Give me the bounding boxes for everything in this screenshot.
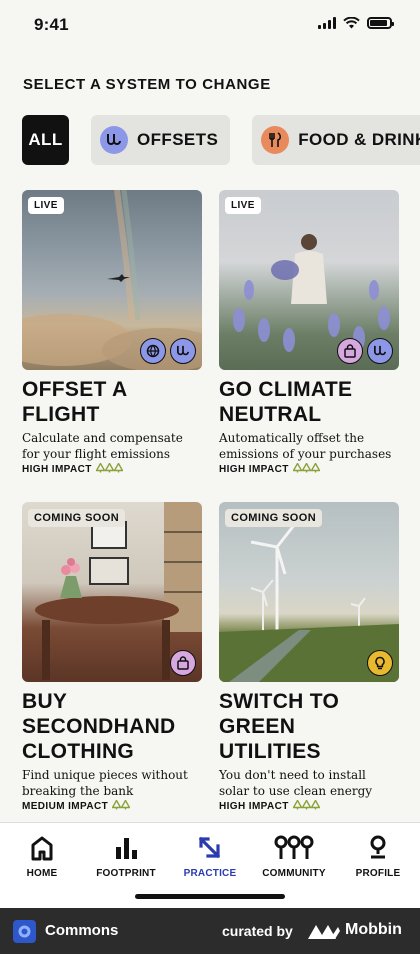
home-indicator [135,894,285,899]
practice-icon [198,833,222,863]
filter-chip-label: ALL [28,130,63,149]
wifi-icon [343,17,360,29]
impact-tree-icon [111,799,122,810]
card-image: COMING SOON [22,502,202,682]
filter-chip-label: FOOD & DRINK [298,130,420,149]
impact-tree-icon [292,799,303,810]
impact-marks [111,799,131,813]
cellular-signal-icon [318,17,336,29]
card-title: GO CLIMATE NEUTRAL [219,378,353,426]
tab-label: FOOTPRINT [96,868,156,879]
tab-label: PROFILE [355,868,401,879]
impact-tree-icon [292,462,303,473]
impact-tree-icon [95,462,106,473]
battery-icon [367,17,394,29]
card-title: SWITCH TO GREEN UTILITIES [219,690,340,763]
impact-rating: HIGH IMPACT [219,462,399,476]
status-badge: LIVE [28,197,64,214]
card-description: Calculate and compensate for your flight… [22,431,183,461]
status-badge: COMING SOON [28,509,126,527]
offsets-icon [367,338,393,364]
status-badge: LIVE [225,197,261,214]
home-icon [30,833,54,863]
card-title: OFFSET A FLIGHT [22,378,127,426]
tab-profile[interactable]: PROFILE [336,833,420,879]
impact-tree-icon [301,462,312,473]
utensils-icon [261,126,290,154]
tab-label: HOME [26,868,58,879]
tab-footprint[interactable]: FOOTPRINT [84,833,168,879]
card-category-icons [170,650,196,676]
impact-label: MEDIUM IMPACT [22,801,109,812]
shopping-bag-icon [170,650,196,676]
impact-marks [292,462,321,476]
tab-home[interactable]: HOME [0,833,84,879]
card-image: COMING SOON [219,502,399,682]
card-green-utilities[interactable]: COMING SOON SWITCH TO GREEN UTILITIES Yo… [219,502,399,813]
card-title: BUY SECONDHAND CLOTHING [22,690,176,763]
card-category-icons [367,650,393,676]
status-badge: COMING SOON [225,509,323,527]
tab-label: COMMUNITY [262,868,326,879]
impact-rating: MEDIUM IMPACT [22,799,202,813]
community-icon [274,833,314,863]
globe-icon [140,338,166,364]
attribution-footer: Commons curated by Mobbin [0,908,420,954]
impact-label: HIGH IMPACT [219,801,289,812]
mobbin-logo-icon [307,922,341,945]
filter-chip-offsets[interactable]: OFFSETS [91,115,231,165]
lightbulb-icon [367,650,393,676]
offsets-icon [170,338,196,364]
impact-tree-icon [120,799,131,810]
card-offset-flight[interactable]: LIVE OFFSET A FLIGHT Calculate and compe… [22,190,202,476]
impact-tree-icon [104,462,115,473]
impact-rating: HIGH IMPACT [22,462,202,476]
card-image: LIVE [219,190,399,370]
page-title: SELECT A SYSTEM TO CHANGE [23,76,271,93]
card-secondhand-clothing[interactable]: COMING SOON BUY SECONDHAND CLOTHING Find… [22,502,202,813]
impact-tree-icon [301,799,312,810]
card-description: You don't need to install solar to use c… [219,768,373,798]
impact-tree-icon [310,799,321,810]
brand-name: Mobbin [345,921,402,938]
tab-community[interactable]: COMMUNITY [252,833,336,879]
status-icons [318,17,394,29]
impact-label: HIGH IMPACT [219,464,289,475]
status-time: 9:41 [34,15,69,34]
impact-marks [95,462,124,476]
offsets-icon [100,126,128,154]
status-bar: 9:41 [0,0,420,52]
card-description: Find unique pieces without breaking the … [22,768,188,798]
profile-icon [368,833,388,863]
card-category-icons [140,338,196,364]
filter-chip-label: OFFSETS [137,130,219,149]
bar-chart-icon [114,833,138,863]
impact-label: HIGH IMPACT [22,464,92,475]
impact-tree-icon [310,462,321,473]
impact-tree-icon [113,462,124,473]
tab-practice[interactable]: PRACTICE [168,833,252,879]
app-name: Commons [45,922,119,939]
filter-chip-all[interactable]: ALL [22,115,69,165]
curated-by-label: curated by [222,923,293,939]
battery-level [370,20,388,26]
card-climate-neutral[interactable]: LIVE GO CLIMATE NEUTRAL Automatically of… [219,190,399,476]
filter-chip-food-drink[interactable]: FOOD & DRINK [252,115,420,165]
card-image: LIVE [22,190,202,370]
app-logo-icon [13,920,36,943]
impact-rating: HIGH IMPACT [219,799,399,813]
tab-label: PRACTICE [183,868,237,879]
card-description: Automatically offset the emissions of yo… [219,431,392,461]
card-category-icons [337,338,393,364]
shopping-bag-icon [337,338,363,364]
impact-marks [292,799,321,813]
filter-chips: ALL OFFSETS FOOD & DRINK [22,115,420,165]
